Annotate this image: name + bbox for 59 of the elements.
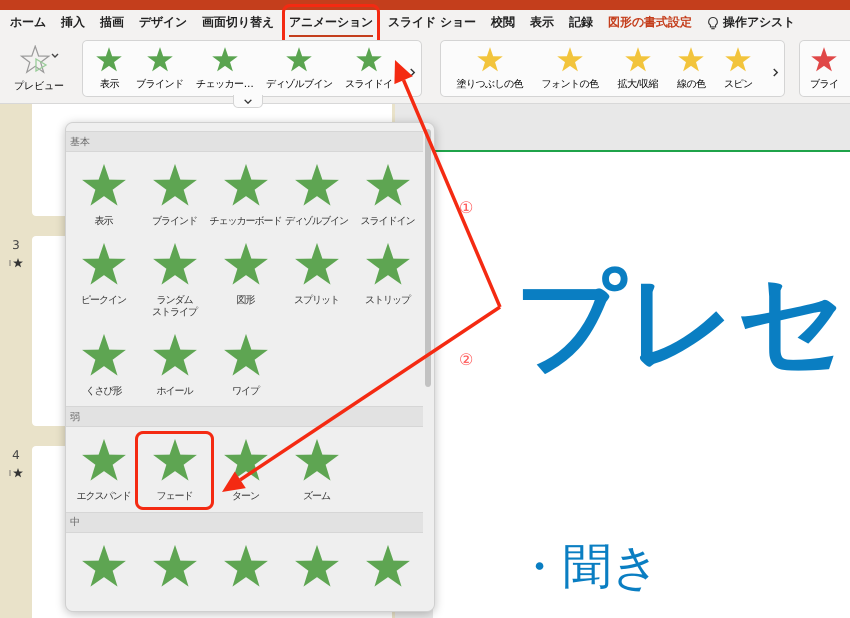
effect-option[interactable]: フォントの色 bbox=[542, 46, 599, 91]
ribbon-tab[interactable]: 挿入 bbox=[61, 10, 85, 36]
animation-option[interactable]: 表示 bbox=[80, 162, 128, 228]
animation-star-icon bbox=[9, 468, 23, 478]
section-header: 中 bbox=[66, 512, 423, 532]
animation-star-icon bbox=[9, 258, 23, 268]
chevron-down-icon bbox=[243, 98, 253, 104]
ribbon-tab[interactable]: 操作アシスト bbox=[723, 10, 796, 36]
chevron-right-icon[interactable] bbox=[409, 67, 416, 78]
section-header: 弱 bbox=[66, 406, 423, 427]
animation-option[interactable]: ズーム bbox=[292, 437, 340, 504]
expand-gallery-button[interactable] bbox=[233, 95, 263, 108]
slide-bullet-text: ・聞き bbox=[515, 542, 661, 591]
section-header: 基本 bbox=[66, 131, 423, 152]
effect-option[interactable]: ディゾルブイン bbox=[266, 46, 332, 91]
slide-title: プレセ bbox=[515, 264, 849, 383]
preview-button[interactable]: プレビュー bbox=[6, 40, 72, 97]
ribbon-tab[interactable]: 描画 bbox=[100, 10, 124, 36]
step-marker: ① bbox=[459, 198, 474, 217]
ribbon-tab[interactable]: 画面切り替え bbox=[202, 10, 274, 36]
effect-option[interactable]: 表示 bbox=[95, 46, 124, 91]
animation-option[interactable]: スライドイン bbox=[360, 162, 414, 228]
effect-option[interactable]: チェッカー… bbox=[196, 46, 254, 91]
effect-option[interactable]: スライドイ bbox=[345, 46, 393, 91]
slide-number: 3 bbox=[12, 238, 20, 252]
animation-option[interactable]: チェッカーボード bbox=[210, 162, 282, 228]
star-play-icon bbox=[19, 44, 59, 74]
animation-option[interactable]: エクスパンド bbox=[76, 437, 130, 504]
ribbon-tab[interactable]: 図形の書式設定 bbox=[608, 10, 692, 36]
scrollbar-thumb[interactable] bbox=[425, 129, 431, 387]
ribbon-tab[interactable]: アニメーション bbox=[289, 10, 373, 36]
animation-option[interactable]: くさび形 bbox=[80, 332, 128, 398]
chevron-right-icon[interactable] bbox=[772, 67, 779, 78]
animation-option[interactable]: ターン bbox=[222, 437, 270, 504]
effect-option[interactable]: ブラインド bbox=[136, 46, 184, 91]
lightbulb-icon bbox=[707, 16, 720, 30]
ribbon-tab[interactable]: 校閲 bbox=[491, 10, 516, 36]
animation-option[interactable]: ピークイン bbox=[80, 240, 128, 320]
animation-option[interactable]: ストリップ bbox=[364, 240, 412, 320]
ribbon-tab[interactable]: 表示 bbox=[530, 10, 554, 36]
ribbon-tab[interactable]: 記録 bbox=[569, 10, 594, 36]
animation-option[interactable]: ホイール bbox=[150, 332, 198, 398]
animation-option[interactable]: ワイプ bbox=[222, 332, 270, 398]
ribbon-tab[interactable]: スライド ショー bbox=[388, 10, 476, 36]
effect-option[interactable]: ブライ bbox=[810, 46, 838, 91]
animation-option[interactable]: スプリット bbox=[292, 240, 340, 320]
animation-option[interactable]: フェード bbox=[150, 437, 198, 504]
animation-option[interactable]: ディゾルブイン bbox=[285, 162, 348, 228]
effect-option[interactable]: 塗りつぶしの色 bbox=[456, 46, 523, 91]
slide-number: 4 bbox=[12, 448, 20, 462]
effect-option[interactable]: 拡大/収縮 bbox=[617, 46, 658, 91]
animation-option[interactable]: ブラインド bbox=[150, 162, 198, 228]
ribbon-tab[interactable]: ホーム bbox=[10, 10, 46, 36]
effect-option[interactable]: スピン bbox=[724, 46, 753, 91]
animation-option[interactable]: 図形 bbox=[222, 240, 270, 320]
step-marker: ② bbox=[459, 350, 474, 369]
animation-option[interactable]: ランダム ストライプ bbox=[150, 240, 198, 320]
effect-option[interactable]: 線の色 bbox=[676, 46, 706, 91]
ribbon-tab[interactable]: デザイン bbox=[139, 10, 187, 36]
